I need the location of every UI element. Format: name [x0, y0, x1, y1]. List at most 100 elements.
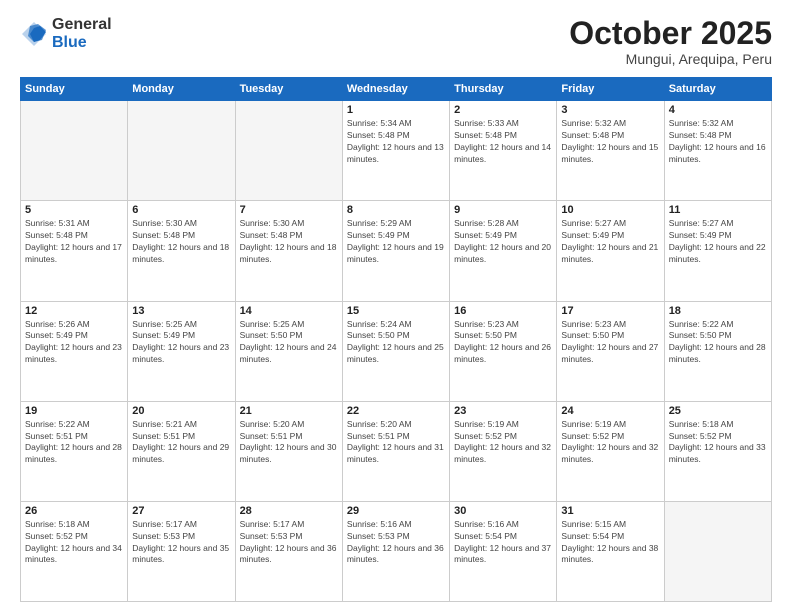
day-info: Sunrise: 5:23 AM Sunset: 5:50 PM Dayligh… [454, 319, 552, 367]
weekday-header-friday: Friday [557, 78, 664, 101]
calendar-cell: 27 Sunrise: 5:17 AM Sunset: 5:53 PM Dayli… [128, 501, 235, 601]
week-row-4: 26Sunrise: 5:18 AM Sunset: 5:52 PM Dayli… [21, 501, 772, 601]
logo-icon [20, 20, 48, 48]
day-info: Sunrise: 5:28 AM Sunset: 5:49 PM Dayligh… [454, 218, 552, 266]
logo: General Blue [20, 16, 112, 51]
calendar-cell: 10 Sunrise: 5:27 AM Sunset: 5:49 PM Dayli… [557, 201, 664, 301]
calendar-cell: 28 Sunrise: 5:17 AM Sunset: 5:53 PM Dayli… [235, 501, 342, 601]
day-number: 5 [25, 204, 123, 216]
day-number: 29 [347, 505, 445, 517]
calendar-cell: 24Sunrise: 5:19 AM Sunset: 5:52 PM Dayli… [557, 401, 664, 501]
day-number: 9 [454, 204, 552, 216]
calendar-cell: 16Sunrise: 5:23 AM Sunset: 5:50 PM Dayli… [450, 301, 557, 401]
calendar-cell: 22Sunrise: 5:20 AM Sunset: 5:51 PM Dayli… [342, 401, 449, 501]
calendar-cell: 1 Sunrise: 5:34 AM Sunset: 5:48 PM Daylig… [342, 101, 449, 201]
calendar-cell: 14Sunrise: 5:25 AM Sunset: 5:50 PM Dayli… [235, 301, 342, 401]
day-number: 20 [132, 405, 230, 417]
day-info: Sunrise: 5:17 AM Sunset: 5:53 PM Dayligh… [132, 519, 230, 567]
month-title: October 2025 [569, 16, 772, 51]
calendar-cell [128, 101, 235, 201]
day-info: Sunrise: 5:31 AM Sunset: 5:48 PM Dayligh… [25, 218, 123, 266]
calendar-cell: 31 Sunrise: 5:15 AM Sunset: 5:54 PM Dayli… [557, 501, 664, 601]
logo-general: General [52, 16, 112, 34]
day-number: 31 [561, 505, 659, 517]
weekday-header-wednesday: Wednesday [342, 78, 449, 101]
day-number: 19 [25, 405, 123, 417]
day-number: 11 [669, 204, 767, 216]
calendar-cell: 8Sunrise: 5:29 AM Sunset: 5:49 PM Daylig… [342, 201, 449, 301]
day-number: 25 [669, 405, 767, 417]
calendar-cell: 20 Sunrise: 5:21 AM Sunset: 5:51 PM Dayli… [128, 401, 235, 501]
week-row-3: 19Sunrise: 5:22 AM Sunset: 5:51 PM Dayli… [21, 401, 772, 501]
day-info: Sunrise: 5:18 AM Sunset: 5:52 PM Dayligh… [25, 519, 123, 567]
weekday-header-sunday: Sunday [21, 78, 128, 101]
day-info: Sunrise: 5:30 AM Sunset: 5:48 PM Dayligh… [240, 218, 338, 266]
day-info: Sunrise: 5:20 AM Sunset: 5:51 PM Dayligh… [240, 419, 338, 467]
day-info: Sunrise: 5:15 AM Sunset: 5:54 PM Dayligh… [561, 519, 659, 567]
day-number: 18 [669, 305, 767, 317]
day-info: Sunrise: 5:19 AM Sunset: 5:52 PM Dayligh… [561, 419, 659, 467]
calendar-cell: 6 Sunrise: 5:30 AM Sunset: 5:48 PM Daylig… [128, 201, 235, 301]
day-number: 4 [669, 104, 767, 116]
day-info: Sunrise: 5:17 AM Sunset: 5:53 PM Dayligh… [240, 519, 338, 567]
day-info: Sunrise: 5:24 AM Sunset: 5:50 PM Dayligh… [347, 319, 445, 367]
day-info: Sunrise: 5:32 AM Sunset: 5:48 PM Dayligh… [669, 118, 767, 166]
day-info: Sunrise: 5:19 AM Sunset: 5:52 PM Dayligh… [454, 419, 552, 467]
week-row-0: 1 Sunrise: 5:34 AM Sunset: 5:48 PM Daylig… [21, 101, 772, 201]
calendar-cell: 25 Sunrise: 5:18 AM Sunset: 5:52 PM Dayli… [664, 401, 771, 501]
day-number: 23 [454, 405, 552, 417]
day-info: Sunrise: 5:32 AM Sunset: 5:48 PM Dayligh… [561, 118, 659, 166]
day-info: Sunrise: 5:21 AM Sunset: 5:51 PM Dayligh… [132, 419, 230, 467]
day-number: 21 [240, 405, 338, 417]
weekday-header-saturday: Saturday [664, 78, 771, 101]
weekday-header-tuesday: Tuesday [235, 78, 342, 101]
day-info: Sunrise: 5:16 AM Sunset: 5:54 PM Dayligh… [454, 519, 552, 567]
weekday-header-thursday: Thursday [450, 78, 557, 101]
calendar-cell: 26Sunrise: 5:18 AM Sunset: 5:52 PM Dayli… [21, 501, 128, 601]
day-number: 17 [561, 305, 659, 317]
day-number: 28 [240, 505, 338, 517]
calendar-cell: 12 Sunrise: 5:26 AM Sunset: 5:49 PM Dayli… [21, 301, 128, 401]
day-number: 12 [25, 305, 123, 317]
calendar-cell [21, 101, 128, 201]
day-info: Sunrise: 5:30 AM Sunset: 5:48 PM Dayligh… [132, 218, 230, 266]
day-info: Sunrise: 5:29 AM Sunset: 5:49 PM Dayligh… [347, 218, 445, 266]
day-info: Sunrise: 5:25 AM Sunset: 5:49 PM Dayligh… [132, 319, 230, 367]
day-info: Sunrise: 5:33 AM Sunset: 5:48 PM Dayligh… [454, 118, 552, 166]
logo-text: General Blue [52, 16, 112, 51]
calendar-cell: 7Sunrise: 5:30 AM Sunset: 5:48 PM Daylig… [235, 201, 342, 301]
header: General Blue October 2025 Mungui, Arequi… [20, 16, 772, 67]
weekday-header-row: SundayMondayTuesdayWednesdayThursdayFrid… [21, 78, 772, 101]
day-number: 13 [132, 305, 230, 317]
weekday-header-monday: Monday [128, 78, 235, 101]
day-number: 15 [347, 305, 445, 317]
day-info: Sunrise: 5:23 AM Sunset: 5:50 PM Dayligh… [561, 319, 659, 367]
day-info: Sunrise: 5:34 AM Sunset: 5:48 PM Dayligh… [347, 118, 445, 166]
day-number: 1 [347, 104, 445, 116]
day-info: Sunrise: 5:26 AM Sunset: 5:49 PM Dayligh… [25, 319, 123, 367]
calendar-cell: 23 Sunrise: 5:19 AM Sunset: 5:52 PM Dayli… [450, 401, 557, 501]
week-row-1: 5 Sunrise: 5:31 AM Sunset: 5:48 PM Daylig… [21, 201, 772, 301]
calendar-cell: 17 Sunrise: 5:23 AM Sunset: 5:50 PM Dayli… [557, 301, 664, 401]
calendar-cell [235, 101, 342, 201]
day-number: 22 [347, 405, 445, 417]
week-row-2: 12 Sunrise: 5:26 AM Sunset: 5:49 PM Dayli… [21, 301, 772, 401]
logo-blue-text: Blue [52, 34, 112, 52]
location: Mungui, Arequipa, Peru [569, 51, 772, 67]
day-info: Sunrise: 5:27 AM Sunset: 5:49 PM Dayligh… [561, 218, 659, 266]
calendar-cell: 21 Sunrise: 5:20 AM Sunset: 5:51 PM Dayli… [235, 401, 342, 501]
calendar-cell: 19Sunrise: 5:22 AM Sunset: 5:51 PM Dayli… [21, 401, 128, 501]
day-info: Sunrise: 5:25 AM Sunset: 5:50 PM Dayligh… [240, 319, 338, 367]
calendar-table: SundayMondayTuesdayWednesdayThursdayFrid… [20, 77, 772, 602]
calendar-cell: 2Sunrise: 5:33 AM Sunset: 5:48 PM Daylig… [450, 101, 557, 201]
calendar-cell: 13 Sunrise: 5:25 AM Sunset: 5:49 PM Dayli… [128, 301, 235, 401]
day-number: 10 [561, 204, 659, 216]
calendar-cell [664, 501, 771, 601]
day-info: Sunrise: 5:22 AM Sunset: 5:50 PM Dayligh… [669, 319, 767, 367]
calendar-cell: 3Sunrise: 5:32 AM Sunset: 5:48 PM Daylig… [557, 101, 664, 201]
calendar-cell: 5 Sunrise: 5:31 AM Sunset: 5:48 PM Daylig… [21, 201, 128, 301]
day-number: 27 [132, 505, 230, 517]
day-number: 6 [132, 204, 230, 216]
day-info: Sunrise: 5:16 AM Sunset: 5:53 PM Dayligh… [347, 519, 445, 567]
day-info: Sunrise: 5:18 AM Sunset: 5:52 PM Dayligh… [669, 419, 767, 467]
